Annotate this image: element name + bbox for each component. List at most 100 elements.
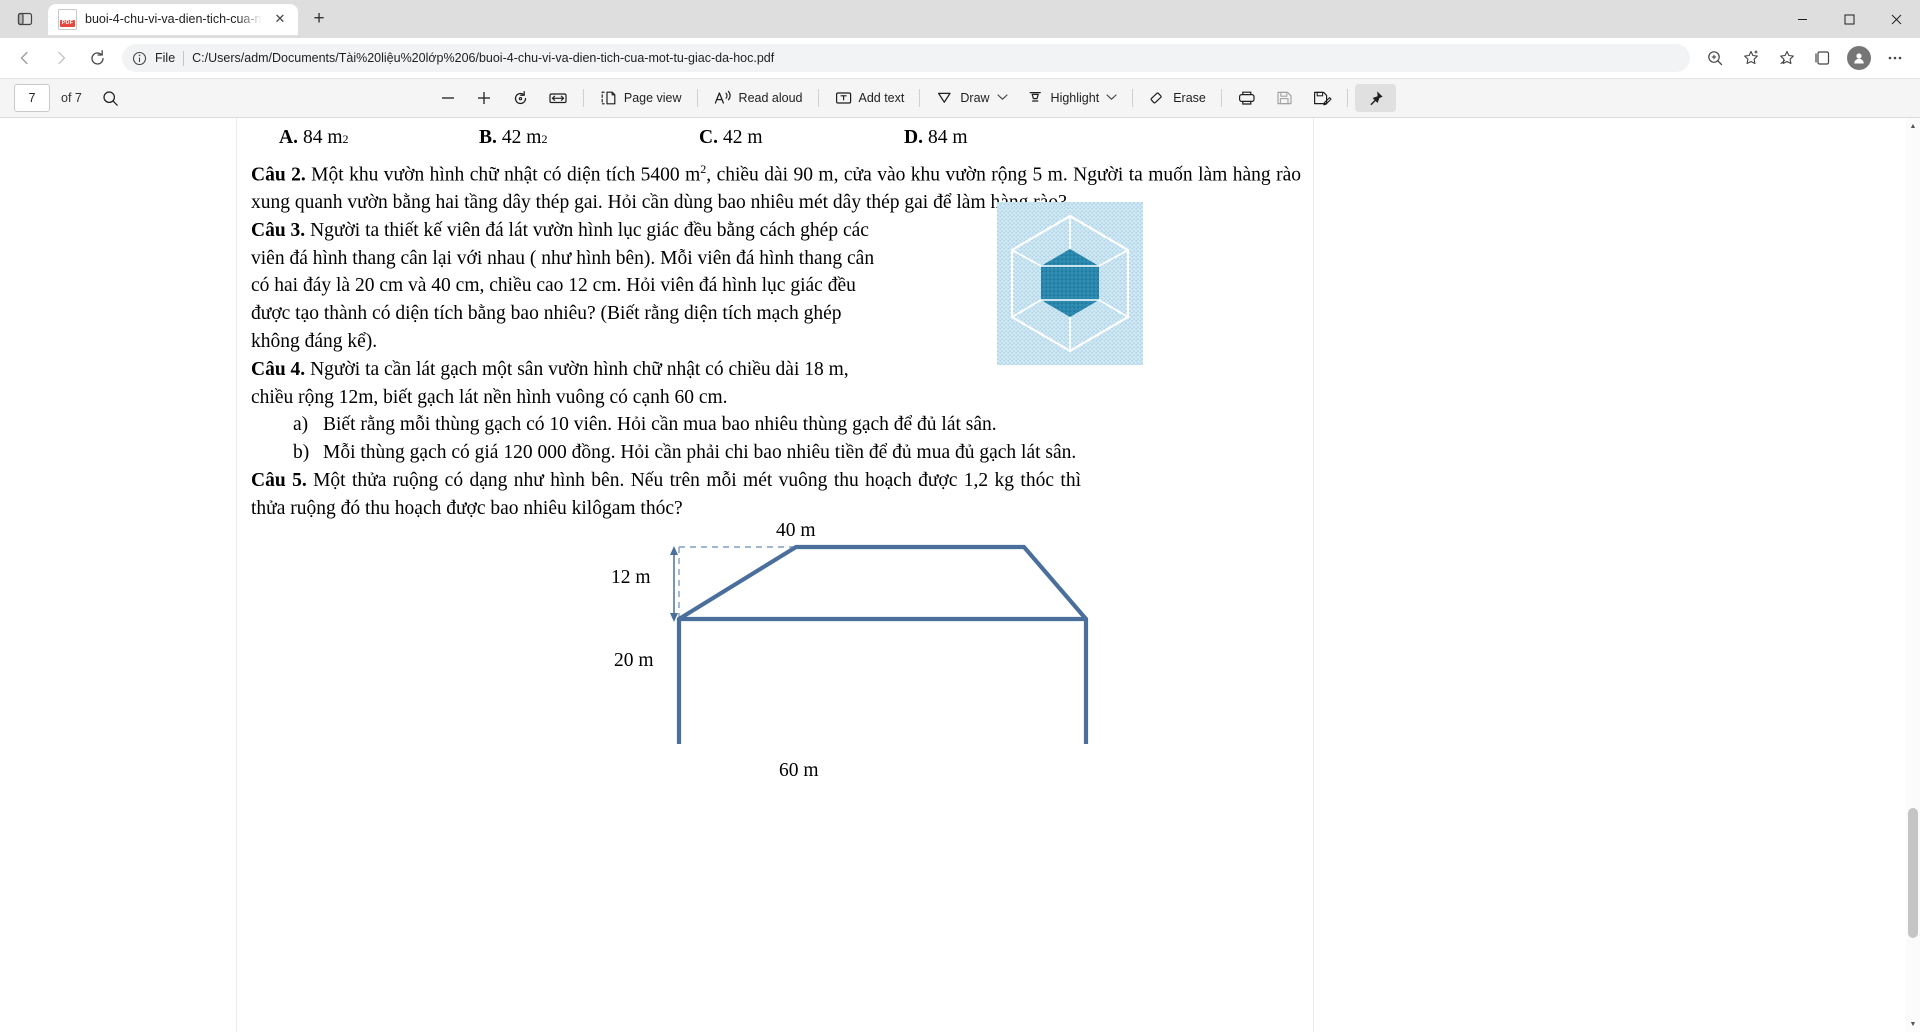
add-favorite-icon[interactable] — [1734, 42, 1768, 74]
page-view-button[interactable]: Page view — [591, 84, 690, 112]
item-a-text: Biết rằng mỗi thùng gạch có 10 viên. Hỏi… — [323, 414, 997, 436]
zoom-out-button[interactable] — [431, 84, 465, 112]
question-5: Câu 5. Một thửa ruộng có dạng như hình b… — [251, 467, 1081, 523]
highlight-button[interactable]: Highlight — [1018, 84, 1126, 112]
answer-option-c[interactable]: C. 42 m — [699, 124, 904, 154]
pdf-viewer-toolbar: 7 of 7 Page view Read aloud Add text Dra… — [0, 78, 1920, 118]
minimize-button[interactable] — [1779, 0, 1826, 38]
save-as-button[interactable] — [1304, 84, 1340, 112]
reload-icon[interactable] — [80, 42, 114, 74]
answer-options-row: A. 84 m2 B. 42 m2 C. 42 m D. 84 m — [251, 118, 1301, 154]
option-a-text: 84 m — [302, 127, 343, 148]
question-2-label: Câu 2. — [251, 164, 306, 186]
page-total-label: of 7 — [61, 91, 82, 105]
site-info-icon[interactable] — [132, 51, 147, 66]
toolbar-divider-3 — [817, 89, 819, 107]
back-icon[interactable] — [8, 42, 42, 74]
answer-option-b[interactable]: B. 42 m2 — [479, 124, 699, 154]
figure-top-label: 40 m — [776, 519, 816, 541]
answer-option-a[interactable]: A. 84 m2 — [251, 124, 479, 154]
new-tab-button[interactable]: + — [304, 4, 334, 34]
option-c-text: 42 m — [722, 127, 763, 148]
add-text-label: Add text — [858, 91, 905, 105]
favorites-icon[interactable] — [1770, 42, 1804, 74]
profile-avatar[interactable] — [1842, 42, 1876, 74]
option-d-text: 84 m — [927, 127, 968, 148]
url-text[interactable]: C:/Users/adm/Documents/Tài%20liệu%20lớp%… — [192, 51, 1680, 65]
item-b-marker: b) — [293, 442, 310, 464]
pdf-file-icon — [58, 8, 77, 30]
vertical-scrollbar[interactable]: ▲ ▼ — [1906, 118, 1920, 1032]
fit-to-width-icon — [549, 93, 567, 104]
page-number-input[interactable]: 7 — [14, 84, 50, 112]
option-b-sup: 2 — [541, 132, 548, 146]
forward-icon[interactable] — [44, 42, 78, 74]
pin-icon — [1370, 91, 1383, 106]
fit-to-width-button[interactable] — [540, 84, 576, 112]
chevron-down-icon-2[interactable] — [1106, 93, 1117, 103]
pdf-document-area[interactable]: A. 84 m2 B. 42 m2 C. 42 m D. 84 m Câu 2.… — [0, 118, 1920, 1032]
read-aloud-button[interactable]: Read aloud — [705, 84, 811, 112]
pdf-page-7: A. 84 m2 B. 42 m2 C. 42 m D. 84 m Câu 2.… — [237, 118, 1314, 1032]
settings-and-more-icon[interactable] — [1878, 42, 1912, 74]
page-view-label: Page view — [623, 91, 682, 105]
figure-bottom-label: 60 m — [779, 759, 819, 781]
add-text-icon — [835, 92, 851, 104]
zoom-indicator-icon[interactable] — [1698, 42, 1732, 74]
scroll-up-button[interactable]: ▲ — [1906, 118, 1920, 134]
page-right-gutter: ▲ ▼ — [1314, 118, 1920, 1032]
question-4: Câu 4. Người ta cần lát gạch một sân vườ… — [251, 356, 871, 412]
question-2: Câu 2. Một khu vườn hình chữ nhật có diệ… — [251, 156, 1301, 217]
highlight-icon — [1029, 91, 1041, 102]
search-icon — [103, 90, 118, 106]
draw-icon — [938, 92, 951, 103]
browser-navigation-bar: File C:/Users/adm/Documents/Tài%20liệu%2… — [0, 38, 1920, 78]
option-a-key: A. — [279, 127, 298, 148]
zoom-in-button[interactable] — [467, 84, 501, 112]
option-b-key: B. — [479, 127, 497, 148]
close-tab-icon[interactable]: ✕ — [270, 9, 290, 29]
question-2-text-a: Một khu vườn hình chữ nhật có diện tích … — [305, 164, 701, 186]
figure-height-label: 12 m — [611, 566, 651, 588]
rotate-icon — [514, 90, 526, 104]
add-text-button[interactable]: Add text — [826, 84, 913, 112]
print-button[interactable] — [1229, 84, 1265, 112]
erase-button[interactable]: Erase — [1140, 84, 1214, 112]
question-4-item-a: a) Biết rằng mỗi thùng gạch có 10 viên. … — [293, 411, 1301, 439]
question-5-label: Câu 5. — [251, 470, 307, 492]
pin-button[interactable] — [1354, 84, 1396, 112]
save-icon — [1277, 91, 1292, 105]
tab-actions-icon[interactable] — [8, 4, 42, 34]
url-scheme-label: File — [155, 51, 176, 65]
figure-side-label: 20 m — [614, 649, 654, 671]
rotate-button[interactable] — [503, 84, 538, 112]
page-view-icon — [601, 91, 616, 105]
print-icon — [1238, 91, 1255, 105]
search-button[interactable] — [94, 84, 127, 112]
avatar[interactable] — [1847, 46, 1871, 70]
save-as-icon — [1313, 91, 1332, 106]
answer-option-d[interactable]: D. 84 m — [904, 124, 968, 154]
option-d-key: D. — [904, 127, 923, 148]
option-b-text: 42 m — [501, 127, 542, 148]
toolbar-divider — [582, 89, 584, 107]
collections-icon[interactable] — [1806, 42, 1840, 74]
plus-icon — [477, 92, 490, 104]
tab-title: buoi-4-chu-vi-va-dien-tich-cua-m — [85, 12, 262, 26]
field-shape-figure: 40 m 12 m 20 m 60 m — [251, 520, 1301, 781]
address-bar[interactable]: File C:/Users/adm/Documents/Tài%20liệu%2… — [122, 44, 1690, 72]
question-4-text: Người ta cần lát gạch một sân vườn hình … — [251, 358, 849, 408]
draw-button[interactable]: Draw — [927, 84, 1015, 112]
item-a-marker: a) — [293, 414, 309, 436]
browser-tab[interactable]: buoi-4-chu-vi-va-dien-tich-cua-m ✕ — [48, 3, 298, 35]
question-5-text: Một thửa ruộng có dạng như hình bên. Nếu… — [251, 470, 1081, 519]
erase-icon — [1150, 92, 1162, 104]
draw-label: Draw — [960, 91, 990, 105]
option-c-key: C. — [699, 127, 718, 148]
close-window-button[interactable] — [1873, 0, 1920, 38]
hexagon-stone-tile-image — [997, 202, 1143, 365]
item-b-text: Mỗi thùng gạch có giá 120 000 đồng. Hỏi … — [323, 442, 1077, 464]
chevron-down-icon[interactable] — [996, 93, 1008, 103]
maximize-button[interactable] — [1826, 0, 1873, 38]
scrollbar-thumb[interactable] — [1908, 808, 1918, 938]
